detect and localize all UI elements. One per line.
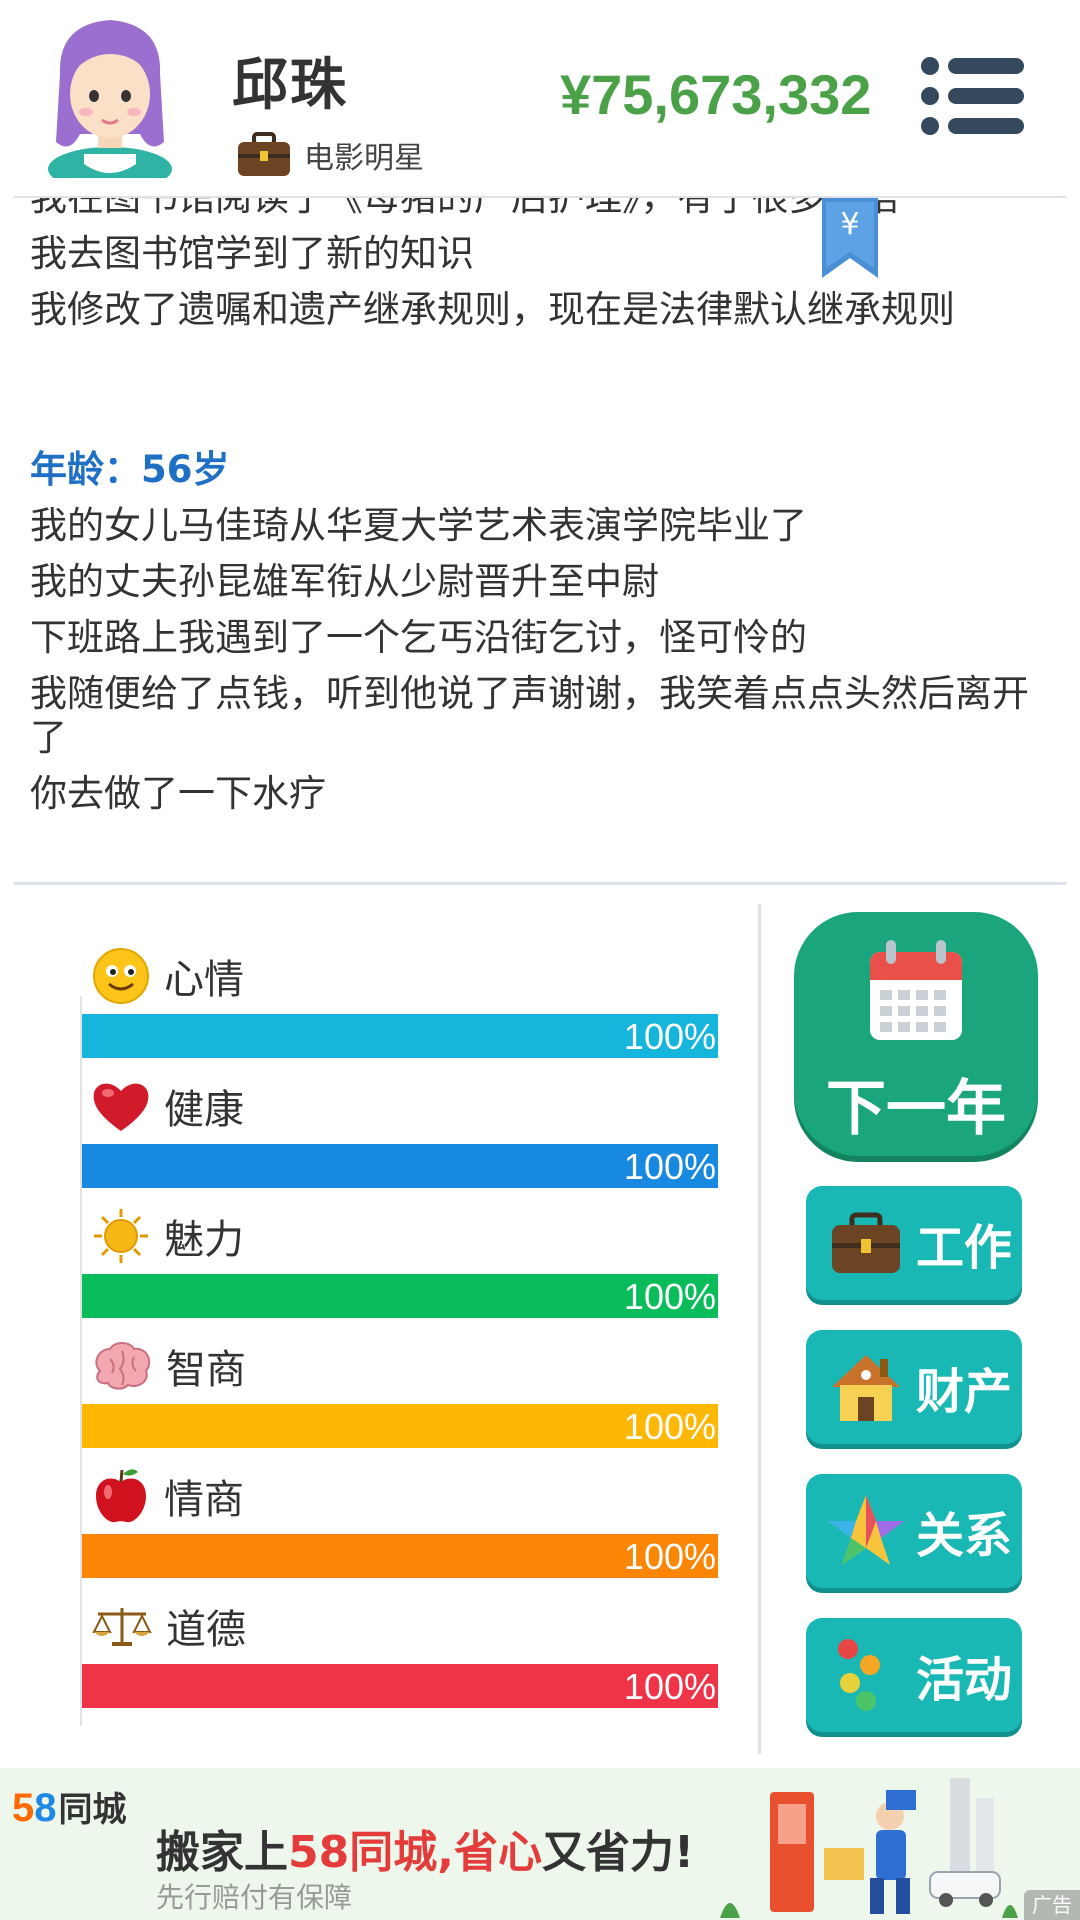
next-year-label: 下一年 bbox=[826, 1074, 1006, 1144]
player-name: 邱珠 bbox=[232, 53, 348, 118]
avatar[interactable] bbox=[40, 14, 180, 178]
stat-label: 心情 bbox=[164, 957, 244, 1003]
stat-fill bbox=[82, 1534, 718, 1578]
stat-value: 100% bbox=[623, 1406, 716, 1447]
work-label: 工作 bbox=[916, 1220, 1013, 1276]
property-label: 财产 bbox=[916, 1364, 1013, 1420]
log-line: 我修改了遗嘱和遗产继承规则，现在是法律默认继承规则 bbox=[30, 288, 955, 331]
apple-icon bbox=[96, 1469, 146, 1523]
activity-label: 活动 bbox=[916, 1652, 1013, 1708]
log-line: 我去图书馆学到了新的知识 bbox=[30, 232, 474, 275]
ad-logo-name: 同城 bbox=[58, 1790, 127, 1830]
brain-icon bbox=[95, 1342, 151, 1390]
ad-logo-58: 58 bbox=[12, 1786, 57, 1830]
work-button[interactable]: 工作 bbox=[806, 1186, 1022, 1300]
stat-label: 智商 bbox=[166, 1347, 246, 1393]
log-line: 我在图书馆阅读了《母猪的产后护理》，有了很多感悟 bbox=[30, 198, 1050, 226]
log-divider bbox=[14, 882, 1066, 885]
bookmark-symbol: ¥ bbox=[840, 207, 859, 242]
log-line: 下班路上我遇到了一个乞丐沿街乞讨，怪可怜的 bbox=[30, 616, 807, 659]
activity-icon bbox=[838, 1639, 880, 1711]
stat-label: 道德 bbox=[166, 1607, 246, 1653]
sun-icon bbox=[94, 1209, 148, 1263]
stats-axis-line bbox=[80, 996, 82, 1726]
property-button[interactable]: 财产 bbox=[806, 1330, 1022, 1444]
briefcase-icon bbox=[238, 132, 290, 176]
stat-value: 100% bbox=[623, 1146, 716, 1187]
house-icon bbox=[832, 1355, 900, 1421]
activity-button[interactable]: 活动 bbox=[806, 1618, 1022, 1732]
stat-value: 100% bbox=[623, 1276, 716, 1317]
stat-fill bbox=[82, 1664, 718, 1708]
event-log[interactable]: 我在图书馆阅读了《母猪的产后护理》，有了很多感悟 我去图书馆学到了新的知识 我修… bbox=[0, 198, 1080, 880]
header: 邱珠 电影明星 ¥75,673,332 bbox=[0, 0, 1080, 196]
stat-label: 魅力 bbox=[164, 1217, 244, 1263]
menu-icon[interactable] bbox=[920, 56, 1024, 136]
stat-value: 100% bbox=[623, 1536, 716, 1577]
ad-slogan: 搬家上58同城,省心又省力! bbox=[156, 1827, 695, 1878]
smiley-icon bbox=[93, 948, 149, 1004]
scales-icon bbox=[92, 1608, 152, 1646]
calendar-icon bbox=[870, 940, 962, 1040]
log-line: 我随便给了点钱，听到他说了声谢谢，我笑着点点头然后离开了 bbox=[30, 672, 1029, 759]
log-line: 我的丈夫孙昆雄军衔从少尉晋升至中尉 bbox=[30, 560, 659, 603]
stats-panel: 心情 100% 健康 100% 魅力 100% 智商 100% 情商 100% … bbox=[0, 900, 760, 1740]
job-row: 电影明星 bbox=[236, 130, 424, 180]
star-icon bbox=[828, 1495, 904, 1565]
relations-label: 关系 bbox=[916, 1508, 1013, 1564]
job-title: 电影明星 bbox=[304, 141, 424, 176]
ad-illustration bbox=[720, 1778, 1018, 1918]
stat-label: 情商 bbox=[164, 1477, 244, 1523]
stat-fill bbox=[82, 1404, 718, 1448]
ad-subtext: 先行赔付有保障 bbox=[156, 1881, 353, 1914]
ad-banner[interactable]: 58 同城 搬家上58同城,省心又省力! 先行赔付有保障 广告 bbox=[0, 1768, 1080, 1920]
next-year-button[interactable]: 下一年 bbox=[794, 912, 1038, 1156]
stat-value: 100% bbox=[623, 1016, 716, 1057]
log-line: 你去做了一下水疗 bbox=[30, 772, 326, 815]
stat-fill bbox=[82, 1144, 718, 1188]
ad-tag: 广告 bbox=[1024, 1890, 1080, 1920]
log-line: 我的女儿马佳琦从华夏大学艺术表演学院毕业了 bbox=[30, 504, 807, 547]
money-balance: ¥75,673,332 bbox=[560, 63, 872, 126]
briefcase-icon bbox=[832, 1212, 900, 1273]
age-heading: 年龄：56岁 bbox=[30, 448, 230, 491]
panel-divider bbox=[758, 904, 761, 1754]
bookmark-icon[interactable]: ¥ bbox=[822, 198, 878, 278]
stat-label: 健康 bbox=[164, 1087, 244, 1133]
ad-logo: 58 同城 bbox=[12, 1782, 127, 1831]
stat-fill bbox=[82, 1014, 718, 1058]
relations-button[interactable]: 关系 bbox=[806, 1474, 1022, 1588]
heart-icon bbox=[93, 1083, 149, 1131]
stat-fill bbox=[82, 1274, 718, 1318]
stat-value: 100% bbox=[623, 1666, 716, 1707]
